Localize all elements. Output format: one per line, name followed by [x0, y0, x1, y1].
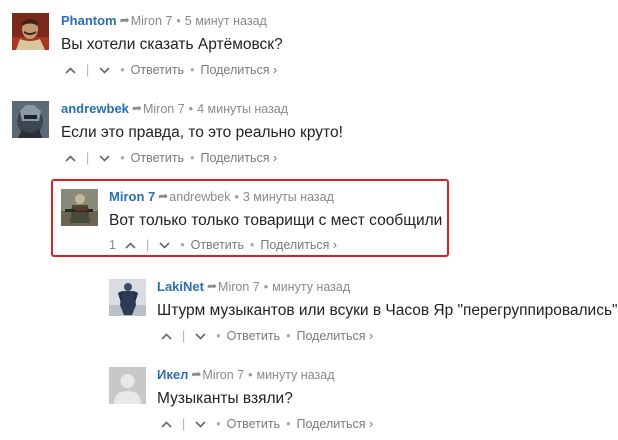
separator-dot: • — [176, 14, 181, 28]
reply-button[interactable]: Ответить — [227, 329, 280, 343]
comment-time[interactable]: 3 минуты назад — [243, 190, 334, 204]
reply-arrow-icon: ➦ — [191, 367, 202, 381]
reply-to-name[interactable]: Miron 7 — [143, 102, 185, 116]
reply-to-name[interactable]: andrewbek — [169, 190, 230, 204]
vote-divider: | — [86, 151, 90, 165]
reply-to-name[interactable]: Miron 7 — [202, 368, 244, 382]
vote-divider: | — [86, 63, 90, 77]
comment-text: Музыканты взяли? — [157, 390, 293, 407]
separator-dot: • — [188, 102, 194, 116]
author-name[interactable]: Phantom — [61, 13, 117, 28]
reply-button[interactable]: Ответить — [131, 151, 184, 165]
upvote-icon[interactable] — [161, 420, 172, 428]
comment-meta: LakiNet ➦Miron 7 • минуту назад — [157, 279, 618, 295]
comment-time[interactable]: 5 минут назад — [185, 14, 267, 28]
reply-arrow-icon: ➦ — [119, 13, 130, 27]
vote-controls: | — [61, 151, 114, 165]
upvote-icon[interactable] — [161, 332, 172, 340]
downvote-icon[interactable] — [195, 332, 206, 340]
downvote-icon[interactable] — [159, 241, 170, 249]
share-button[interactable]: Поделиться › — [296, 329, 373, 343]
share-button[interactable]: Поделиться › — [260, 238, 337, 252]
comment-time[interactable]: минуту назад — [272, 280, 350, 294]
comment-time[interactable]: минуту назад — [256, 368, 334, 382]
reply-arrow-icon: ➦ — [131, 101, 142, 115]
upvote-icon[interactable] — [65, 154, 76, 162]
author-name[interactable]: LakiNet — [157, 279, 204, 294]
comment-text: Если это правда, то это реально круто! — [61, 124, 343, 141]
separator-dot: • — [286, 329, 291, 343]
vote-controls: 1 | — [109, 238, 174, 252]
vote-controls: | — [157, 417, 210, 431]
vote-divider: | — [182, 329, 186, 343]
avatar[interactable] — [61, 189, 98, 226]
share-button[interactable]: Поделиться › — [296, 417, 373, 431]
comment-meta: Икел ➦Miron 7 • минуту назад — [157, 367, 373, 383]
vote-controls: | — [61, 63, 114, 77]
avatar[interactable] — [109, 367, 146, 404]
vote-divider: | — [182, 417, 186, 431]
separator-dot: • — [234, 190, 239, 204]
comment-meta: Miron 7 ➦andrewbek • 3 минуты назад — [109, 189, 442, 205]
comment-actions: | • Ответить • Поделиться › — [157, 329, 618, 343]
separator-dot: • — [286, 417, 291, 431]
author-name[interactable]: Икел — [157, 367, 188, 382]
downvote-icon[interactable] — [195, 420, 206, 428]
separator-dot: • — [180, 238, 185, 252]
comment-actions: | • Ответить • Поделиться › — [157, 417, 373, 431]
separator-dot: • — [216, 417, 221, 431]
comment-actions: | • Ответить • Поделиться › — [61, 63, 283, 77]
share-button[interactable]: Поделиться › — [200, 63, 277, 77]
reply-button[interactable]: Ответить — [191, 238, 244, 252]
reply-to-name[interactable]: Miron 7 — [131, 14, 173, 28]
author-name[interactable]: andrewbek — [61, 101, 129, 116]
avatar[interactable] — [12, 101, 49, 138]
separator-dot: • — [263, 280, 269, 294]
share-button[interactable]: Поделиться › — [200, 151, 277, 165]
comment-time[interactable]: 4 минуты назад — [197, 102, 288, 116]
reply-to-name[interactable]: Miron 7 — [218, 280, 260, 294]
separator-dot: • — [216, 329, 221, 343]
upvote-icon[interactable] — [65, 66, 76, 74]
separator-dot: • — [120, 151, 125, 165]
reply-arrow-icon: ➦ — [158, 189, 169, 203]
comment-text: Вы хотели сказать Артёмовск? — [61, 36, 283, 53]
comment-actions: | • Ответить • Поделиться › — [61, 151, 343, 165]
comment-actions: 1 | • Ответить • Поделиться › — [109, 238, 442, 252]
author-name[interactable]: Miron 7 — [109, 189, 155, 204]
vote-controls: | — [157, 329, 210, 343]
separator-dot: • — [250, 238, 255, 252]
separator-dot: • — [120, 63, 125, 77]
comment-text: Вот только только товарищи с мест сообщи… — [109, 212, 443, 229]
comment-meta: andrewbek ➦Miron 7 • 4 минуты назад — [61, 101, 343, 117]
vote-divider: | — [145, 238, 150, 252]
downvote-icon[interactable] — [99, 66, 110, 74]
reply-button[interactable]: Ответить — [227, 417, 280, 431]
vote-count: 1 — [109, 238, 116, 252]
comment-meta: Phantom ➦Miron 7 • 5 минут назад — [61, 13, 283, 29]
upvote-icon[interactable] — [125, 241, 136, 249]
avatar[interactable] — [12, 13, 49, 50]
reply-button[interactable]: Ответить — [131, 63, 184, 77]
downvote-icon[interactable] — [99, 154, 110, 162]
comment-text: Штурм музыкантов или всуки в Часов Яр "п… — [157, 302, 618, 319]
avatar[interactable] — [109, 279, 146, 316]
reply-arrow-icon: ➦ — [206, 279, 218, 293]
separator-dot: • — [190, 63, 195, 77]
separator-dot: • — [190, 151, 195, 165]
separator-dot: • — [248, 368, 253, 382]
